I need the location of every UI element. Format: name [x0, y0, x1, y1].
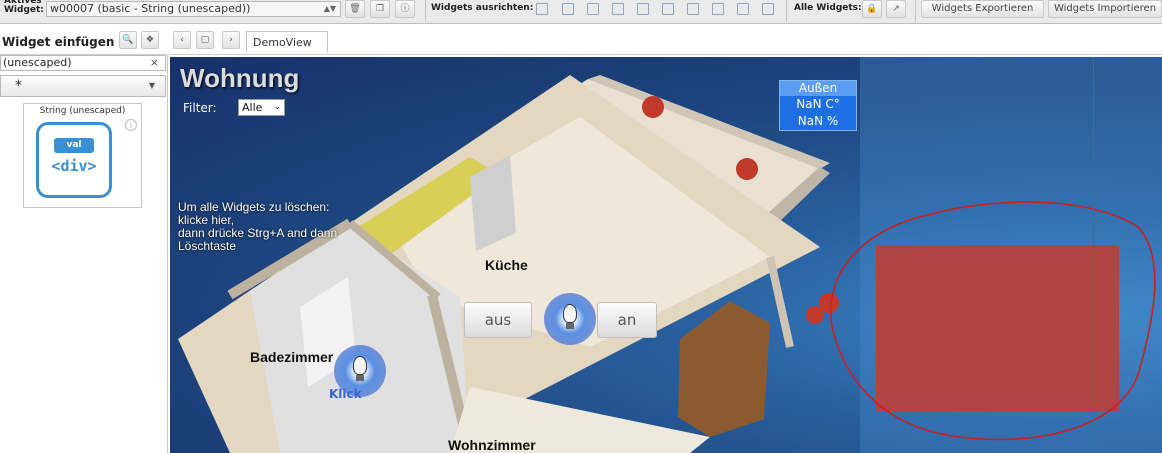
align-label: Widgets ausrichten: — [431, 3, 534, 13]
tab-demoview[interactable]: DemoView — [246, 31, 328, 53]
filter-value: (unescaped) — [3, 56, 72, 69]
align-center-h-icon[interactable] — [662, 3, 674, 15]
export-widgets-button[interactable]: Widgets Exportieren — [921, 0, 1044, 18]
widget-filter-input[interactable]: (unescaped) × — [0, 55, 166, 71]
same-width-icon[interactable] — [737, 3, 749, 15]
align-bottom-icon[interactable] — [612, 3, 624, 15]
copy-icon[interactable]: ❐ — [370, 0, 390, 18]
import-widgets-button[interactable]: Widgets Importieren — [1048, 0, 1162, 18]
view-canvas[interactable]: Wohnung Filter: Alle ⌄ Um alle Widgets z… — [170, 57, 1162, 453]
tag-icon[interactable]: ❖ — [141, 31, 159, 49]
set-value: * — [15, 78, 22, 94]
clear-icon[interactable]: × — [150, 56, 159, 70]
active-widget-select[interactable]: w00007 (basic - String (unescaped)) ▲▼ — [46, 1, 341, 17]
info-icon[interactable]: ⓘ — [395, 0, 415, 18]
widget-set-select[interactable]: * ▼ — [0, 75, 166, 97]
chevron-right-icon[interactable]: › — [222, 31, 240, 49]
divider-line — [1093, 57, 1094, 453]
annotation-circle — [829, 201, 1156, 441]
search-icon[interactable]: 🔍 — [119, 31, 137, 49]
val-pill: val — [54, 138, 94, 153]
widget-palette: (unescaped) × * ▼ String (unescaped) i v… — [0, 55, 168, 453]
main-toolbar: Aktives Widget: w00007 (basic - String (… — [0, 0, 1162, 24]
separator — [786, 0, 787, 22]
active-widget-label: Aktives Widget: — [4, 0, 44, 15]
align-left-icon[interactable] — [536, 3, 548, 15]
separator — [915, 0, 916, 22]
string-widget-icon: val <div> — [36, 122, 112, 198]
align-top-icon[interactable] — [587, 3, 599, 15]
delete-icon[interactable]: 🗑 — [345, 0, 365, 18]
widget-card-string-unescaped[interactable]: String (unescaped) i val <div> — [23, 103, 142, 208]
chevron-down-icon: ▼ — [148, 81, 155, 90]
second-row: Widget einfügen 🔍 ❖ ‹ ▢ › DemoView — [0, 27, 1162, 55]
insert-widget-title: Widget einfügen — [2, 35, 115, 49]
distribute-h-icon[interactable] — [687, 3, 699, 15]
div-tag: <div> — [51, 157, 97, 175]
info-icon[interactable]: i — [125, 119, 137, 131]
widget-card-name: String (unescaped) — [39, 106, 126, 116]
separator — [425, 0, 426, 22]
all-widgets-label: Alle Widgets: — [794, 3, 862, 13]
active-widget-value: w00007 (basic - String (unescaped)) — [50, 2, 251, 15]
trash-icon[interactable]: ▢ — [196, 31, 214, 49]
align-right-icon[interactable] — [562, 3, 574, 15]
lock-icon[interactable]: 🔒 — [862, 0, 882, 18]
external-link-icon[interactable]: ↗ — [886, 0, 906, 18]
select-arrow-icon: ▲▼ — [323, 4, 336, 13]
align-center-v-icon[interactable] — [637, 3, 649, 15]
distribute-v-icon[interactable] — [712, 3, 724, 15]
chevron-left-icon[interactable]: ‹ — [173, 31, 191, 49]
same-height-icon[interactable] — [762, 3, 774, 15]
